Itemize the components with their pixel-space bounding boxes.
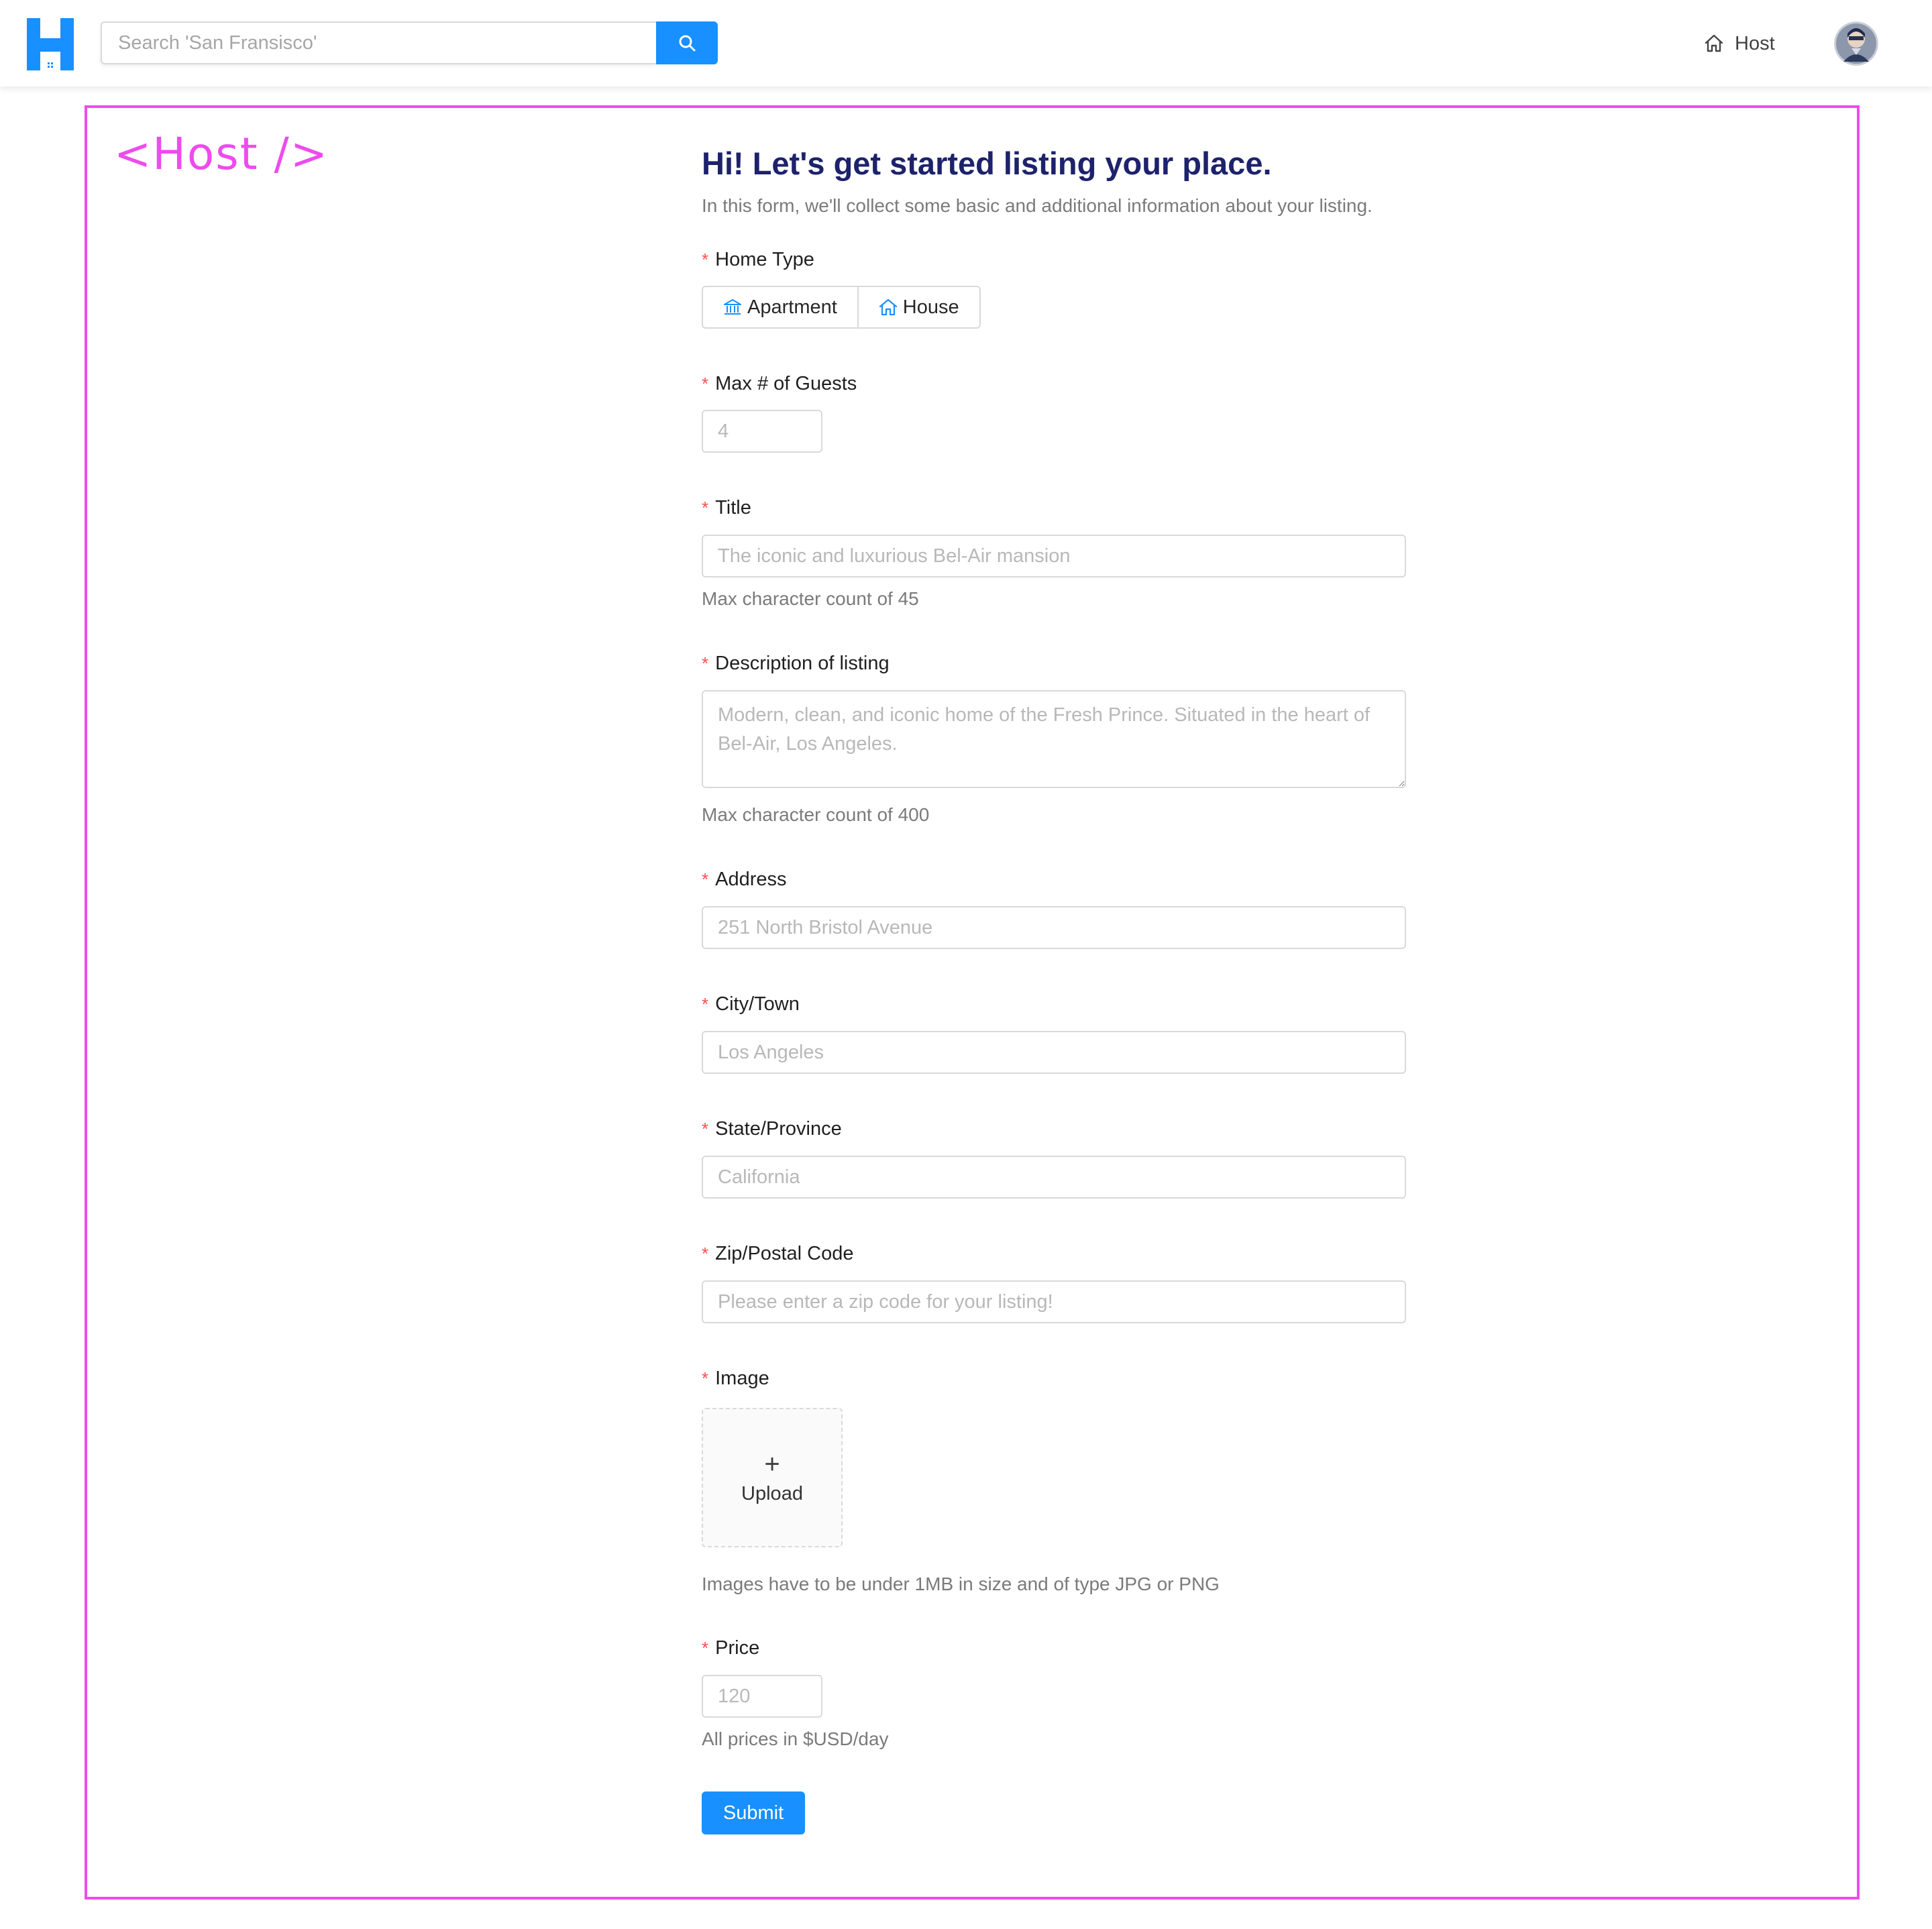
upload-label: Upload bbox=[741, 1482, 803, 1504]
price-label: * Price bbox=[702, 1637, 760, 1659]
state-input[interactable] bbox=[702, 1156, 1406, 1199]
submit-button[interactable]: Submit bbox=[702, 1792, 805, 1834]
description-label: * Description of listing bbox=[702, 653, 890, 674]
home-type-house[interactable]: House bbox=[858, 286, 981, 329]
home-icon bbox=[1705, 34, 1723, 52]
description-helper-text: Max character count of 400 bbox=[702, 804, 930, 825]
bank-icon bbox=[724, 299, 741, 315]
required-mark: * bbox=[702, 250, 709, 270]
search-icon bbox=[679, 35, 696, 52]
host-page-frame: <Host /> Hi! Let's get started listing y… bbox=[85, 105, 1860, 1899]
plus-icon: + bbox=[764, 1449, 780, 1479]
host-page-tag: <Host /> bbox=[114, 128, 329, 180]
user-avatar[interactable] bbox=[1834, 21, 1878, 66]
description-textarea[interactable] bbox=[702, 690, 1406, 788]
guests-label: * Max # of Guests bbox=[702, 373, 857, 394]
address-input[interactable] bbox=[702, 906, 1406, 949]
zip-input[interactable] bbox=[702, 1280, 1406, 1323]
page-subtitle: In this form, we'll collect some basic a… bbox=[702, 195, 1373, 216]
page-title: Hi! Let's get started listing your place… bbox=[702, 146, 1272, 181]
title-helper-text: Max character count of 45 bbox=[702, 588, 919, 609]
avatar-image bbox=[1834, 21, 1878, 66]
home-type-apartment[interactable]: Apartment bbox=[702, 286, 859, 329]
search-button[interactable] bbox=[656, 21, 718, 64]
image-label: * Image bbox=[702, 1368, 769, 1389]
title-label: * Title bbox=[702, 497, 751, 518]
image-helper-text: Images have to be under 1MB in size and … bbox=[702, 1574, 1220, 1594]
title-input[interactable] bbox=[702, 535, 1406, 577]
home-type-radio-group: Apartment House bbox=[702, 286, 981, 329]
zip-label: * Zip/Postal Code bbox=[702, 1243, 854, 1264]
state-label: * State/Province bbox=[702, 1118, 842, 1140]
logo-icon[interactable] bbox=[27, 18, 74, 70]
address-label: * Address bbox=[702, 869, 787, 890]
guests-input[interactable] bbox=[702, 410, 822, 453]
image-upload-button[interactable]: + Upload bbox=[702, 1408, 843, 1547]
home-icon bbox=[879, 298, 897, 316]
price-input[interactable] bbox=[702, 1675, 822, 1718]
city-label: * City/Town bbox=[702, 993, 800, 1015]
price-helper-text: All prices in $USD/day bbox=[702, 1728, 889, 1749]
nav-host-link[interactable]: Host bbox=[1704, 27, 1775, 60]
search-bar bbox=[101, 21, 718, 64]
city-input[interactable] bbox=[702, 1031, 1406, 1074]
app-header: Host bbox=[0, 0, 1932, 87]
search-input[interactable] bbox=[101, 21, 656, 64]
home-type-label: * Home Type bbox=[702, 249, 814, 270]
nav-host-label: Host bbox=[1735, 32, 1775, 54]
